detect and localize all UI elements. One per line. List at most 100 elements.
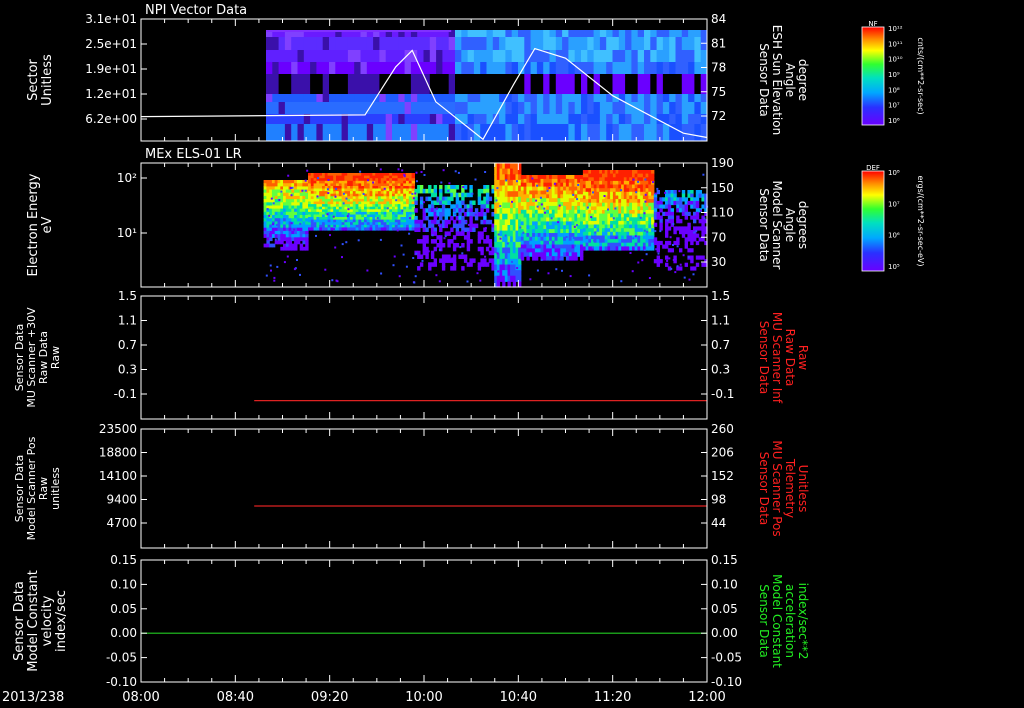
- y-axis-label-left: index/sec: [54, 590, 69, 652]
- els-speckle: [612, 217, 615, 220]
- els-speckle: [315, 234, 317, 237]
- els-heat-cell: [679, 266, 683, 271]
- els-heat-cell: [428, 196, 432, 202]
- npi-heat-cell: [700, 124, 708, 141]
- els-heat-cell: [651, 177, 655, 182]
- els-speckle: [316, 195, 319, 198]
- els-speckle: [421, 259, 424, 262]
- npi-heat-cell: [644, 94, 651, 102]
- els-heat-cell: [428, 185, 432, 190]
- npi-heat-cell: [574, 74, 582, 94]
- colorbar-tick: 10⁶: [888, 232, 900, 240]
- y-tick-label-right: 78: [711, 61, 726, 75]
- els-heat-cell: [693, 237, 697, 242]
- els-heat-cell: [526, 236, 530, 242]
- npi-heat-cell: [688, 50, 695, 62]
- npi-heat-cell: [284, 124, 292, 141]
- els-speckle: [506, 242, 509, 245]
- els-speckle: [304, 179, 307, 182]
- npi-heat-cell: [499, 50, 506, 62]
- els-speckle: [336, 280, 339, 283]
- npi-heat-cell: [385, 62, 393, 74]
- els-speckle: [403, 175, 406, 178]
- els-speckle: [265, 274, 268, 277]
- npi-heat-cell: [492, 74, 500, 94]
- els-heat-cell: [695, 197, 700, 202]
- npi-heat-cell: [637, 50, 645, 62]
- els-heat-cell: [565, 202, 570, 207]
- npi-heat-cell: [524, 30, 532, 37]
- els-speckle: [634, 235, 637, 238]
- npi-heat-cell: [574, 114, 582, 124]
- npi-heat-cell: [329, 94, 336, 102]
- els-heat-cell: [419, 262, 424, 267]
- npi-heat-cell: [662, 94, 670, 102]
- y-tick-label-right: 70: [711, 230, 726, 244]
- els-heat-cell: [580, 225, 584, 230]
- npi-heat-cell: [656, 102, 664, 114]
- els-speckle: [465, 220, 468, 223]
- els-speckle: [519, 226, 522, 229]
- npi-heat-cell: [536, 62, 544, 74]
- els-heat-cell: [439, 239, 443, 244]
- els-speckle: [362, 193, 365, 195]
- colorbar-tick: 10¹¹: [888, 40, 903, 48]
- npi-heat-cell: [316, 94, 324, 102]
- els-heat-cell: [690, 248, 694, 253]
- npi-heat-cell: [492, 124, 500, 141]
- npi-heat-cell: [404, 94, 412, 102]
- y-axis-label-left: Sector: [26, 58, 41, 100]
- els-heat-cell: [554, 225, 558, 230]
- npi-heat-cell: [618, 50, 626, 62]
- els-heat-cell: [461, 215, 465, 221]
- npi-heat-cell: [266, 37, 273, 50]
- npi-heat-cell: [599, 102, 607, 114]
- npi-heat-cell: [625, 124, 632, 141]
- els-speckle: [672, 223, 675, 226]
- npi-heat-cell: [442, 124, 450, 141]
- els-speckle: [392, 264, 395, 267]
- els-heat-cell: [679, 200, 683, 206]
- colorbar: [861, 26, 885, 126]
- npi-heat-cell: [492, 94, 500, 102]
- els-speckle: [335, 187, 338, 190]
- els-speckle: [317, 177, 319, 180]
- els-heat-cell: [665, 255, 669, 260]
- npi-heat-cell: [669, 74, 676, 94]
- els-heat-cell: [469, 262, 473, 267]
- y-tick-label: 1.2e+01: [85, 87, 137, 101]
- els-heat-cell: [540, 175, 544, 180]
- els-speckle: [504, 234, 507, 237]
- npi-heat-cell: [530, 74, 538, 94]
- npi-heat-cell: [347, 62, 355, 74]
- els-heat-cell: [450, 239, 454, 244]
- npi-heat-cell: [366, 50, 374, 62]
- els-speckle: [438, 280, 441, 283]
- npi-heat-cell: [284, 94, 292, 102]
- y-tick-label: 23500: [99, 422, 137, 436]
- els-heat-cell: [565, 205, 570, 211]
- els-heat-cell: [485, 185, 490, 190]
- npi-heat-cell: [618, 30, 626, 37]
- els-speckle: [380, 272, 383, 275]
- npi-heat-cell: [341, 94, 349, 102]
- npi-heat-cell: [669, 102, 676, 114]
- els-speckle: [666, 219, 669, 222]
- els-speckle: [264, 234, 267, 237]
- npi-heat-cell: [599, 94, 607, 102]
- els-speckle: [676, 245, 679, 248]
- colorbar-tick: 10⁹: [888, 71, 900, 79]
- npi-heat-cell: [574, 50, 582, 62]
- els-heat-cell: [433, 185, 437, 190]
- npi-heat-cell: [392, 37, 399, 50]
- npi-heat-cell: [524, 74, 532, 94]
- els-heat-cell: [651, 170, 655, 175]
- npi-heat-cell: [637, 74, 645, 94]
- npi-heat-cell: [291, 102, 298, 114]
- y-tick-label: 9400: [106, 493, 137, 507]
- npi-heat-cell: [587, 37, 595, 50]
- els-speckle: [405, 265, 408, 268]
- npi-heat-cell: [329, 50, 336, 62]
- npi-heat-cell: [442, 62, 450, 74]
- y-axis-label-right: Sensor Data: [757, 43, 771, 117]
